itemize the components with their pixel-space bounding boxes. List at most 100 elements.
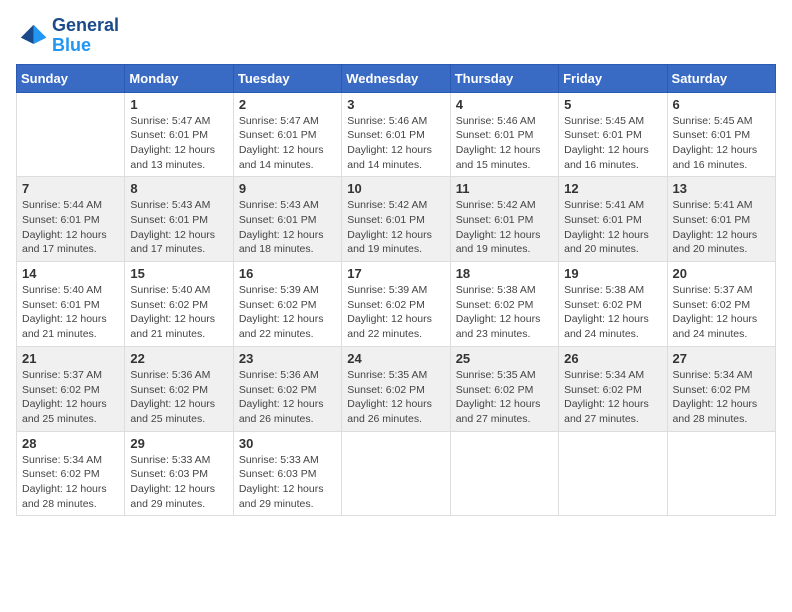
day-number: 6 <box>673 97 770 112</box>
header-day: Saturday <box>667 64 775 92</box>
day-number: 15 <box>130 266 227 281</box>
header-day: Tuesday <box>233 64 341 92</box>
day-number: 18 <box>456 266 553 281</box>
week-row: 1 Sunrise: 5:47 AM Sunset: 6:01 PM Daylig… <box>17 92 776 177</box>
day-number: 26 <box>564 351 661 366</box>
calendar-cell: 29 Sunrise: 5:33 AM Sunset: 6:03 PM Dayli… <box>125 431 233 516</box>
day-info: Sunrise: 5:35 AM Sunset: 6:02 PM Dayligh… <box>347 368 444 427</box>
calendar-cell: 20Sunrise: 5:37 AM Sunset: 6:02 PM Dayli… <box>667 262 775 347</box>
day-number: 12 <box>564 181 661 196</box>
day-info: Sunrise: 5:33 AM Sunset: 6:03 PM Dayligh… <box>130 453 227 512</box>
week-row: 28 Sunrise: 5:34 AM Sunset: 6:02 PM Dayli… <box>17 431 776 516</box>
calendar-cell: 25 Sunrise: 5:35 AM Sunset: 6:02 PM Dayli… <box>450 346 558 431</box>
calendar-cell: 17 Sunrise: 5:39 AM Sunset: 6:02 PM Dayli… <box>342 262 450 347</box>
day-number: 29 <box>130 436 227 451</box>
calendar-cell: 21 Sunrise: 5:37 AM Sunset: 6:02 PM Dayli… <box>17 346 125 431</box>
calendar-cell: 2 Sunrise: 5:47 AM Sunset: 6:01 PM Daylig… <box>233 92 341 177</box>
calendar-cell <box>559 431 667 516</box>
calendar-cell: 10 Sunrise: 5:42 AM Sunset: 6:01 PM Dayli… <box>342 177 450 262</box>
calendar-cell: 1 Sunrise: 5:47 AM Sunset: 6:01 PM Daylig… <box>125 92 233 177</box>
day-info: Sunrise: 5:35 AM Sunset: 6:02 PM Dayligh… <box>456 368 553 427</box>
calendar-cell: 7Sunrise: 5:44 AM Sunset: 6:01 PM Daylig… <box>17 177 125 262</box>
day-info: Sunrise: 5:34 AM Sunset: 6:02 PM Dayligh… <box>564 368 661 427</box>
day-info: Sunrise: 5:42 AM Sunset: 6:01 PM Dayligh… <box>347 198 444 257</box>
day-info: Sunrise: 5:47 AM Sunset: 6:01 PM Dayligh… <box>239 114 336 173</box>
day-info: Sunrise: 5:39 AM Sunset: 6:02 PM Dayligh… <box>239 283 336 342</box>
day-number: 2 <box>239 97 336 112</box>
day-number: 13 <box>673 181 770 196</box>
calendar-cell: 30 Sunrise: 5:33 AM Sunset: 6:03 PM Dayli… <box>233 431 341 516</box>
day-number: 11 <box>456 181 553 196</box>
header-day: Friday <box>559 64 667 92</box>
header-row: SundayMondayTuesdayWednesdayThursdayFrid… <box>17 64 776 92</box>
logo: General Blue <box>16 16 119 56</box>
calendar-cell: 15 Sunrise: 5:40 AM Sunset: 6:02 PM Dayli… <box>125 262 233 347</box>
day-number: 16 <box>239 266 336 281</box>
day-number: 28 <box>22 436 119 451</box>
day-info: Sunrise: 5:39 AM Sunset: 6:02 PM Dayligh… <box>347 283 444 342</box>
calendar-cell <box>342 431 450 516</box>
week-row: 7Sunrise: 5:44 AM Sunset: 6:01 PM Daylig… <box>17 177 776 262</box>
calendar-cell: 5 Sunrise: 5:45 AM Sunset: 6:01 PM Daylig… <box>559 92 667 177</box>
calendar-cell: 14 Sunrise: 5:40 AM Sunset: 6:01 PM Dayli… <box>17 262 125 347</box>
day-number: 24 <box>347 351 444 366</box>
day-info: Sunrise: 5:45 AM Sunset: 6:01 PM Dayligh… <box>673 114 770 173</box>
day-info: Sunrise: 5:34 AM Sunset: 6:02 PM Dayligh… <box>22 453 119 512</box>
calendar-cell: 23 Sunrise: 5:36 AM Sunset: 6:02 PM Dayli… <box>233 346 341 431</box>
day-number: 22 <box>130 351 227 366</box>
calendar-cell: 11 Sunrise: 5:42 AM Sunset: 6:01 PM Dayli… <box>450 177 558 262</box>
calendar-cell: 26 Sunrise: 5:34 AM Sunset: 6:02 PM Dayli… <box>559 346 667 431</box>
week-row: 14 Sunrise: 5:40 AM Sunset: 6:01 PM Dayli… <box>17 262 776 347</box>
day-number: 9 <box>239 181 336 196</box>
day-info: Sunrise: 5:46 AM Sunset: 6:01 PM Dayligh… <box>347 114 444 173</box>
calendar-cell <box>450 431 558 516</box>
day-info: Sunrise: 5:37 AM Sunset: 6:02 PM Dayligh… <box>673 283 770 342</box>
day-number: 8 <box>130 181 227 196</box>
day-info: Sunrise: 5:33 AM Sunset: 6:03 PM Dayligh… <box>239 453 336 512</box>
calendar-cell <box>667 431 775 516</box>
header: General Blue <box>16 16 776 56</box>
day-info: Sunrise: 5:42 AM Sunset: 6:01 PM Dayligh… <box>456 198 553 257</box>
calendar-cell: 13 Sunrise: 5:41 AM Sunset: 6:01 PM Dayli… <box>667 177 775 262</box>
day-info: Sunrise: 5:38 AM Sunset: 6:02 PM Dayligh… <box>564 283 661 342</box>
calendar-table: SundayMondayTuesdayWednesdayThursdayFrid… <box>16 64 776 517</box>
day-number: 3 <box>347 97 444 112</box>
header-day: Monday <box>125 64 233 92</box>
day-info: Sunrise: 5:45 AM Sunset: 6:01 PM Dayligh… <box>564 114 661 173</box>
day-number: 14 <box>22 266 119 281</box>
day-number: 27 <box>673 351 770 366</box>
day-number: 4 <box>456 97 553 112</box>
header-day: Thursday <box>450 64 558 92</box>
day-number: 23 <box>239 351 336 366</box>
calendar-cell: 4 Sunrise: 5:46 AM Sunset: 6:01 PM Daylig… <box>450 92 558 177</box>
day-number: 30 <box>239 436 336 451</box>
day-number: 7 <box>22 181 119 196</box>
header-day: Wednesday <box>342 64 450 92</box>
day-number: 17 <box>347 266 444 281</box>
day-number: 10 <box>347 181 444 196</box>
logo-text: General Blue <box>52 16 119 56</box>
day-info: Sunrise: 5:37 AM Sunset: 6:02 PM Dayligh… <box>22 368 119 427</box>
calendar-cell: 3 Sunrise: 5:46 AM Sunset: 6:01 PM Daylig… <box>342 92 450 177</box>
calendar-cell: 18Sunrise: 5:38 AM Sunset: 6:02 PM Dayli… <box>450 262 558 347</box>
day-info: Sunrise: 5:36 AM Sunset: 6:02 PM Dayligh… <box>130 368 227 427</box>
day-info: Sunrise: 5:47 AM Sunset: 6:01 PM Dayligh… <box>130 114 227 173</box>
day-info: Sunrise: 5:34 AM Sunset: 6:02 PM Dayligh… <box>673 368 770 427</box>
logo-icon <box>16 20 48 52</box>
day-number: 19 <box>564 266 661 281</box>
day-info: Sunrise: 5:46 AM Sunset: 6:01 PM Dayligh… <box>456 114 553 173</box>
calendar-cell: 28 Sunrise: 5:34 AM Sunset: 6:02 PM Dayli… <box>17 431 125 516</box>
day-info: Sunrise: 5:40 AM Sunset: 6:02 PM Dayligh… <box>130 283 227 342</box>
day-info: Sunrise: 5:40 AM Sunset: 6:01 PM Dayligh… <box>22 283 119 342</box>
day-info: Sunrise: 5:41 AM Sunset: 6:01 PM Dayligh… <box>673 198 770 257</box>
calendar-cell: 27 Sunrise: 5:34 AM Sunset: 6:02 PM Dayli… <box>667 346 775 431</box>
header-day: Sunday <box>17 64 125 92</box>
day-number: 5 <box>564 97 661 112</box>
day-info: Sunrise: 5:43 AM Sunset: 6:01 PM Dayligh… <box>239 198 336 257</box>
calendar-cell: 6 Sunrise: 5:45 AM Sunset: 6:01 PM Daylig… <box>667 92 775 177</box>
day-info: Sunrise: 5:36 AM Sunset: 6:02 PM Dayligh… <box>239 368 336 427</box>
day-number: 21 <box>22 351 119 366</box>
calendar-cell: 22 Sunrise: 5:36 AM Sunset: 6:02 PM Dayli… <box>125 346 233 431</box>
day-number: 25 <box>456 351 553 366</box>
day-number: 1 <box>130 97 227 112</box>
